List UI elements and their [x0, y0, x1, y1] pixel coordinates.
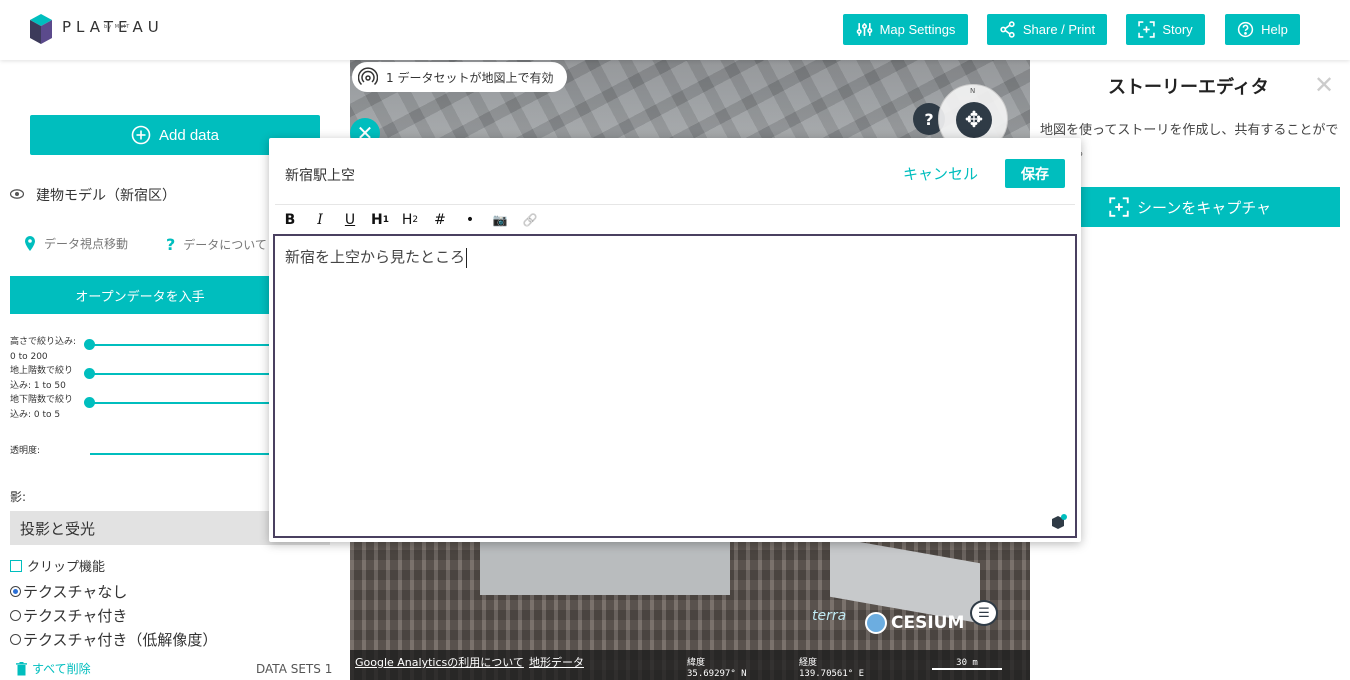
editor-toolbar: B I U H1 H2 # • 📷 🔗 — [275, 204, 1075, 234]
share-print-label: Share / Print — [1022, 22, 1096, 37]
link-icon[interactable]: 🔗 — [515, 206, 545, 234]
floors-above-filter-slider[interactable] — [90, 373, 270, 375]
signal-icon — [358, 67, 378, 86]
capture-scene-button[interactable]: シーンをキャプチャ — [1040, 187, 1340, 227]
story-editor-title: ストーリーエディタ — [1108, 77, 1269, 98]
datasets-count: DATA SETS 1 — [256, 662, 333, 676]
bold-button[interactable]: B — [275, 206, 305, 234]
map-footer: Google Analyticsの利用について 地形データ 緯度 35.6929… — [350, 650, 1030, 680]
story-button[interactable]: Story — [1126, 14, 1205, 45]
floors-below-filter-label: 地下階数で絞り 込み: 0 to 5 — [10, 395, 74, 420]
terra-logo: terra — [812, 608, 847, 624]
help-circle-icon — [1237, 21, 1254, 38]
heading1-button[interactable]: H1 — [365, 206, 395, 234]
radio-unchecked-icon — [10, 610, 21, 621]
text-caret — [466, 247, 468, 268]
analytics-link[interactable]: Google Analyticsの利用について — [355, 654, 524, 670]
floors-above-filter-thumb[interactable] — [84, 368, 95, 379]
floors-below-filter-slider[interactable] — [90, 402, 270, 404]
height-filter-label: 高さで絞り込み: 0 to 200 — [10, 337, 77, 362]
longitude-readout: 経度 139.70561° E — [799, 658, 865, 679]
share-print-button[interactable]: Share / Print — [987, 14, 1107, 45]
capture-icon — [1109, 197, 1129, 217]
cesium-logo[interactable]: CESIUM — [865, 612, 964, 634]
about-data-label: データについて — [183, 238, 267, 252]
map-building-roof — [480, 540, 730, 595]
opacity-label: 透明度: — [10, 446, 41, 456]
story-scene-editor-modal: 新宿駅上空 キャンセル 保存 B I U H1 H2 # • 📷 🔗 新宿を上空… — [269, 138, 1081, 542]
fly-to-data-button[interactable]: データ視点移動 — [24, 235, 128, 252]
fly-to-data-label: データ視点移動 — [44, 237, 129, 251]
radio-unchecked-icon — [10, 634, 21, 645]
floors-above-filter-label: 地上階数で絞り 込み: 1 to 50 — [10, 366, 74, 391]
add-data-label: Add data — [158, 126, 220, 144]
story-label: Story — [1162, 22, 1193, 37]
save-button[interactable]: 保存 — [1005, 159, 1065, 188]
italic-button[interactable]: I — [305, 206, 335, 234]
logo-subtext: by MLIT — [104, 24, 131, 30]
map-pin-icon — [25, 235, 35, 251]
texture-none-radio[interactable]: テクスチャなし — [10, 581, 127, 602]
share-icon — [1000, 21, 1015, 38]
texture-low-res-radio[interactable]: テクスチャ付き（低解像度） — [10, 629, 217, 650]
grammar-assistant-icon[interactable] — [1051, 514, 1067, 530]
map-settings-label: Map Settings — [879, 22, 956, 37]
story-text-editor[interactable]: 新宿を上空から見たところ — [273, 234, 1077, 538]
open-data-button[interactable]: オープンデータを入手 — [10, 276, 270, 314]
floors-below-filter-thumb[interactable] — [84, 397, 95, 408]
height-filter-thumb[interactable] — [84, 339, 95, 350]
feedback-icon[interactable]: ☰ — [970, 600, 998, 626]
height-filter-slider[interactable] — [90, 344, 270, 346]
help-label: Help — [1261, 22, 1288, 37]
heading2-button[interactable]: H2 — [395, 206, 425, 234]
app-header: PLATEAU by MLIT Map Settings Share / Pri… — [0, 0, 1350, 60]
capture-icon — [1138, 21, 1156, 38]
camera-icon[interactable]: 📷 — [485, 206, 515, 234]
plateau-logo[interactable]: PLATEAU — [30, 14, 164, 44]
plus-circle-icon — [131, 125, 151, 145]
active-dataset-status[interactable]: 1 データセットが地図上で有効 — [352, 62, 568, 92]
latitude-readout: 緯度 35.69297° N — [687, 658, 747, 679]
about-data-button[interactable]: ? データについて — [166, 235, 267, 254]
bullet-list-button[interactable]: • — [455, 206, 485, 234]
plateau-cube-icon — [30, 14, 52, 44]
layer-name: 建物モデル（新宿区） — [36, 188, 176, 204]
close-icon[interactable]: ✕ — [1314, 71, 1334, 99]
scene-title-input[interactable]: 新宿駅上空 — [285, 165, 355, 185]
trash-icon — [16, 661, 27, 675]
underline-button[interactable]: U — [335, 206, 365, 234]
pan-arrows-icon[interactable]: ✥ — [956, 102, 992, 138]
cancel-button[interactable]: キャンセル — [903, 163, 978, 184]
shadow-label: 影: — [10, 490, 27, 504]
question-icon: ? — [166, 235, 176, 254]
sliders-icon — [856, 23, 872, 36]
story-editor-description: 地図を使ってストーリを作成し、共有することができます。 — [1040, 123, 1339, 159]
editor-content: 新宿を上空から見たところ — [285, 248, 466, 266]
terrain-data-link[interactable]: 地形データ — [529, 654, 584, 670]
delete-all-button[interactable]: すべて削除 — [16, 660, 91, 677]
map-settings-button[interactable]: Map Settings — [843, 14, 968, 45]
checkbox-icon — [10, 559, 22, 572]
radio-checked-icon — [10, 586, 21, 597]
clip-checkbox[interactable]: クリップ機能 — [10, 556, 105, 575]
compass-north-label: N — [970, 87, 976, 95]
clip-label: クリップ機能 — [27, 560, 106, 575]
scale-bar: 30 m — [932, 658, 1002, 670]
opacity-slider[interactable] — [90, 453, 270, 455]
help-button[interactable]: Help — [1225, 14, 1300, 45]
texture-on-radio[interactable]: テクスチャ付き — [10, 605, 127, 626]
cesium-globe-icon — [865, 612, 887, 634]
eye-icon[interactable] — [9, 188, 25, 203]
hash-button[interactable]: # — [425, 206, 455, 234]
